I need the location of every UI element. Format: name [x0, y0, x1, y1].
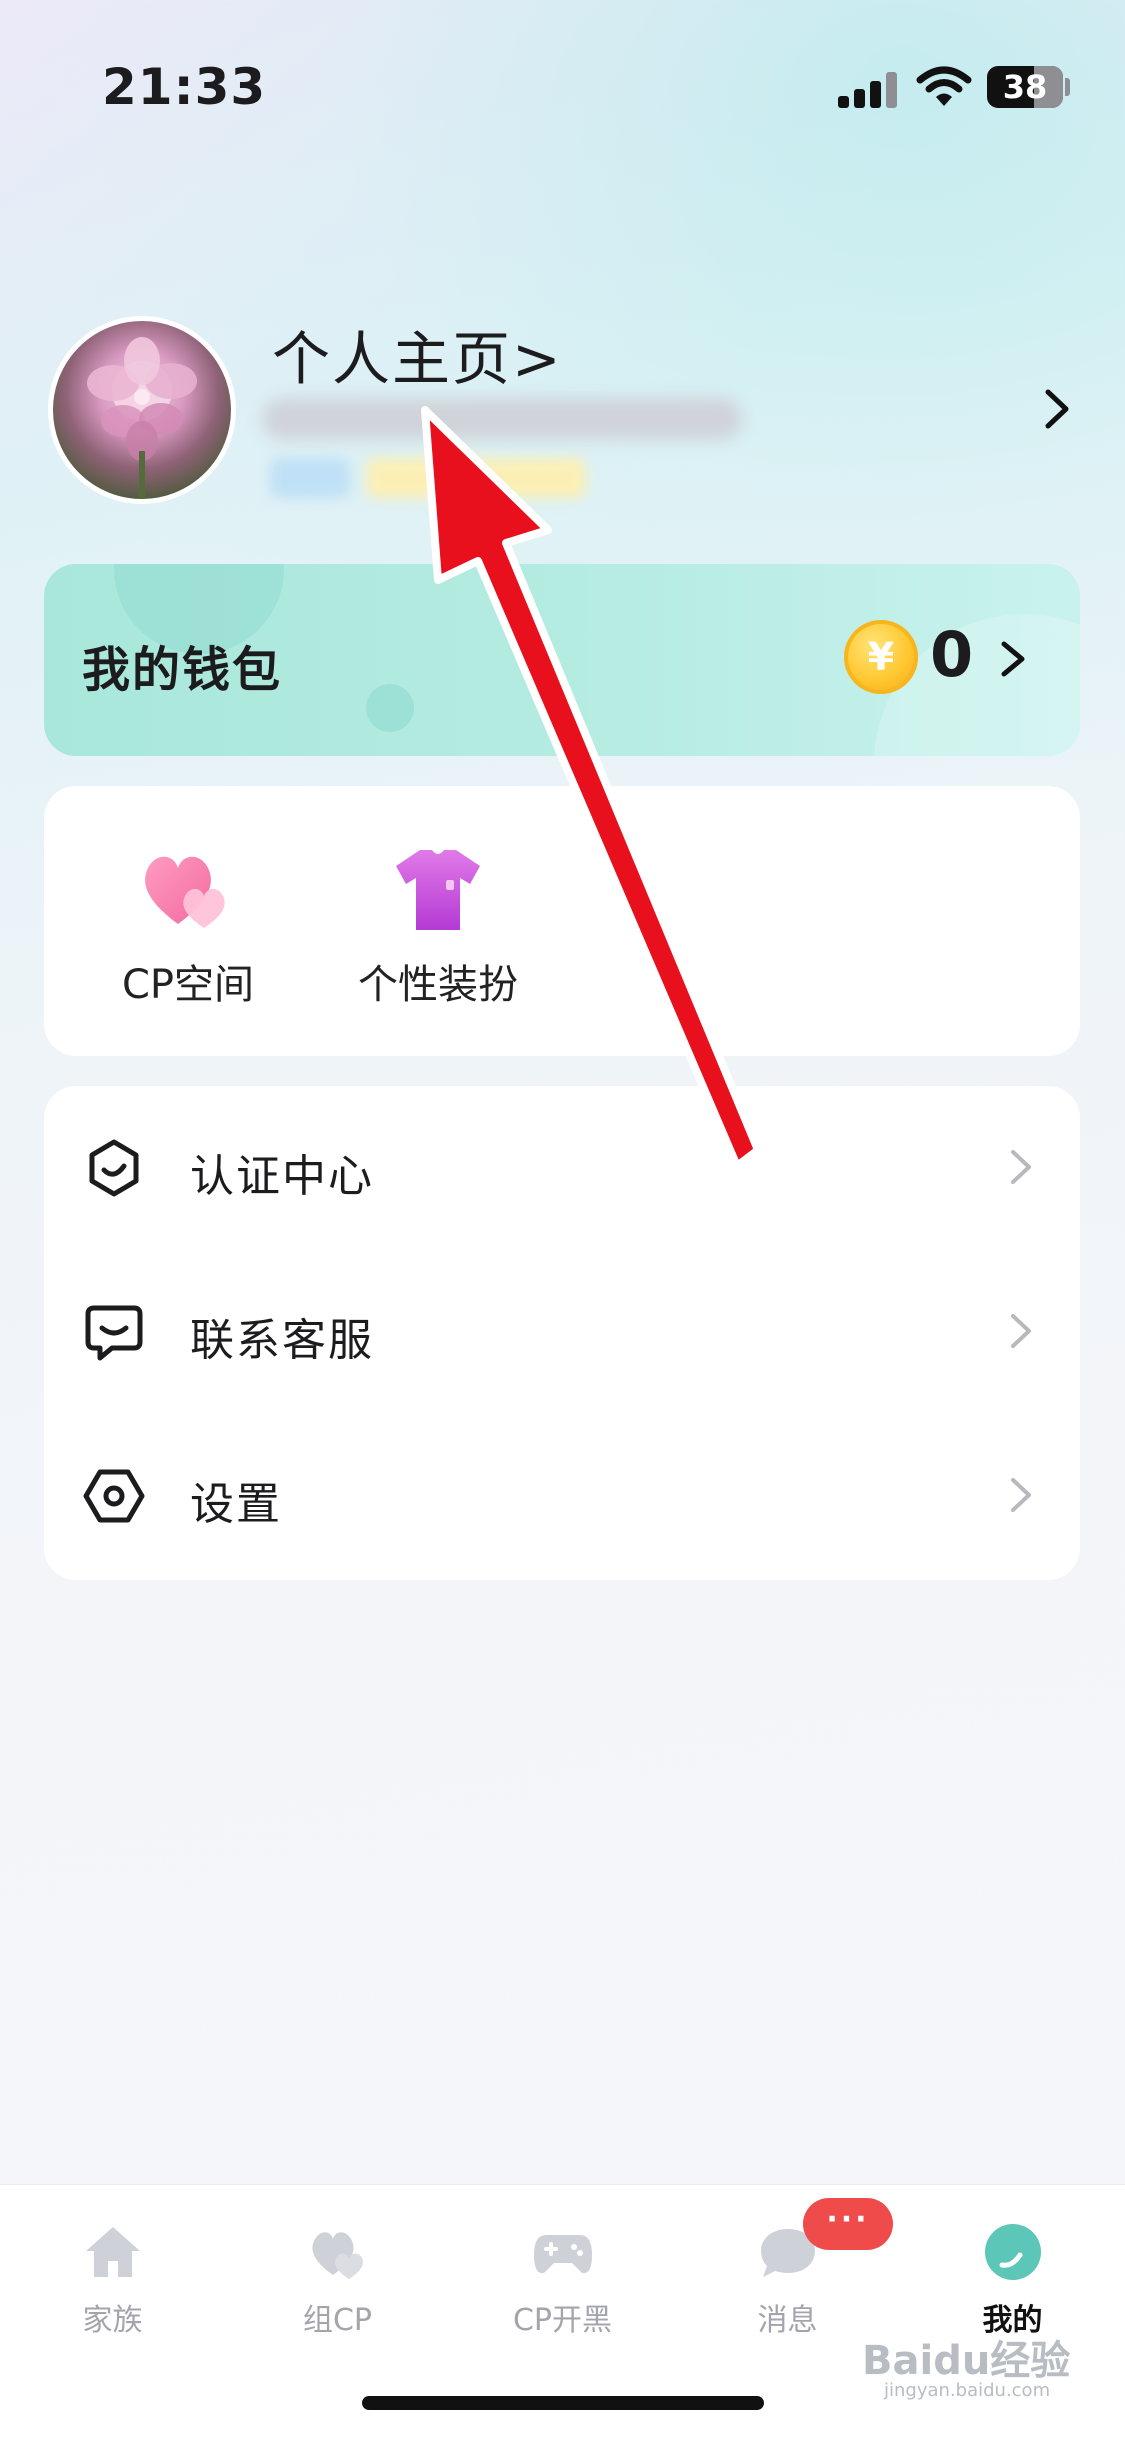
feature-card: CP空间 个性装扮: [44, 786, 1080, 1056]
chevron-right-icon: [1001, 641, 1025, 677]
menu-label: 认证中心: [190, 1151, 374, 1202]
hearts-icon: [311, 2232, 363, 2279]
watermark-url: jingyan.baidu.com: [884, 2380, 1051, 2401]
chevron-right-icon: [1011, 1478, 1031, 1512]
wifi-icon: [916, 66, 972, 106]
dress-up-label: 个性装扮: [358, 962, 518, 1008]
menu-label: 设置: [190, 1479, 282, 1530]
tab-label: CP开黑: [512, 2303, 613, 2338]
tab-group-cp[interactable]: 组CP: [225, 2185, 450, 2385]
message-badge: ···: [803, 2198, 893, 2250]
tshirt-icon: [396, 850, 480, 930]
profile-home-link[interactable]: 个人主页>: [272, 312, 563, 396]
status-time: 21:33: [102, 58, 267, 116]
tab-label: 家族: [82, 2303, 143, 2338]
battery-level: 38: [1002, 68, 1048, 106]
profile-icon: [984, 2224, 1041, 2280]
home-icon: [85, 2227, 140, 2277]
wallet-balance: 0: [930, 618, 974, 691]
home-indicator[interactable]: [362, 2396, 764, 2410]
watermark-logo: Baidu经验: [862, 2338, 1071, 2384]
verification-icon: [89, 1139, 139, 1197]
wallet-label: 我的钱包: [82, 642, 283, 698]
menu-label: 联系客服: [190, 1315, 374, 1366]
cellular-signal-icon: [838, 72, 898, 108]
blurred-badge-2: [366, 458, 586, 498]
menu-item-settings[interactable]: 设置: [44, 1414, 1080, 1576]
battery-icon: 38: [987, 66, 1063, 108]
tab-cp-play[interactable]: CP开黑: [450, 2185, 675, 2385]
battery-tip: [1065, 78, 1070, 96]
flower-photo: [87, 337, 197, 499]
hearts-icon: [145, 856, 225, 928]
customer-service-icon: [85, 1305, 143, 1361]
menu-card: 认证中心 联系客服 设置: [44, 1086, 1080, 1580]
menu-item-verification[interactable]: 认证中心: [44, 1086, 1080, 1248]
avatar[interactable]: [48, 316, 236, 504]
tab-family[interactable]: 家族: [0, 2185, 225, 2385]
coin-icon: ¥: [844, 620, 918, 694]
blurred-badge-1: [270, 458, 350, 498]
cp-space-label: CP空间: [121, 962, 255, 1008]
cp-space-button[interactable]: CP空间: [78, 786, 298, 1056]
blurred-user-id: [262, 398, 742, 440]
dress-up-button[interactable]: 个性装扮: [328, 786, 548, 1056]
wallet-card[interactable]: 我的钱包 ¥ 0: [44, 564, 1080, 756]
chevron-right-icon[interactable]: [1038, 384, 1078, 434]
tab-label: 组CP: [302, 2303, 373, 2338]
menu-item-customer-service[interactable]: 联系客服: [44, 1250, 1080, 1412]
chevron-right-icon: [1011, 1314, 1031, 1348]
settings-icon: [83, 1469, 145, 1523]
gamepad-icon: [533, 2235, 592, 2274]
chevron-right-icon: [1011, 1150, 1031, 1184]
